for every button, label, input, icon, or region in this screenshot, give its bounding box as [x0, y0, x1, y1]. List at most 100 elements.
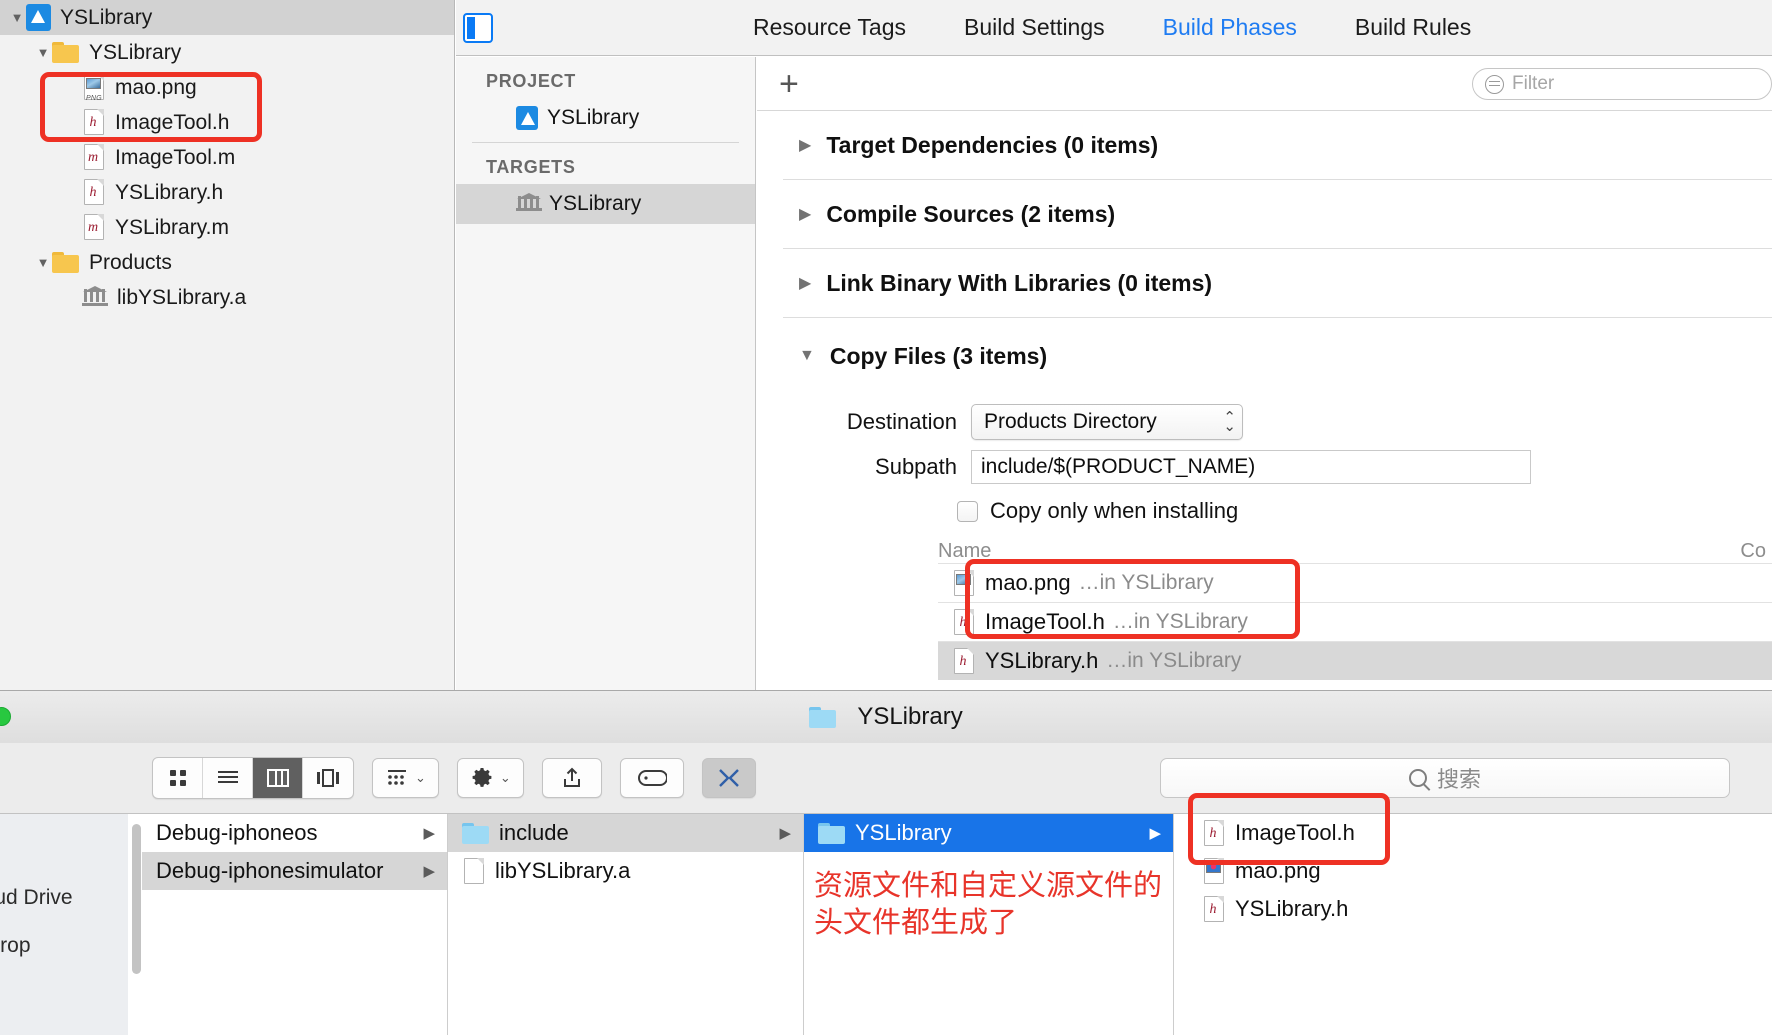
file-location: …in YSLibrary — [1112, 610, 1248, 633]
chevron-right-icon: ▶ — [423, 863, 435, 880]
list-item[interactable]: h ImageTool.h — [1174, 814, 1674, 852]
editor-tab-bar: Resource Tags Build Settings Build Phase… — [456, 0, 1772, 56]
finder-title: YSLibrary — [809, 703, 963, 731]
targets-sidebar: PROJECT YSLibrary TARGETS YSLibrary — [456, 57, 756, 690]
navigator-item-libyslibrary-a[interactable]: libYSLibrary.a — [0, 280, 454, 315]
navigator-toggle-icon[interactable] — [463, 12, 493, 43]
table-row[interactable]: h YSLibrary.h …in YSLibrary — [938, 641, 1772, 680]
finder-column-browser: loud Drive rDrop Debug-iphoneos ▶ Debug-… — [0, 813, 1772, 1035]
navigator-item-label: mao.png — [115, 75, 197, 99]
navigator-item-group-yslibrary[interactable]: YSLibrary — [0, 35, 454, 70]
finder-sidebar[interactable]: loud Drive rDrop — [0, 814, 128, 1035]
target-item-yslibrary[interactable]: YSLibrary — [456, 184, 755, 224]
navigator-item-yslibrary-m[interactable]: m YSLibrary.m — [0, 210, 454, 245]
finder-column-4[interactable]: h ImageTool.h mao.png h YSLibrary.h — [1174, 814, 1674, 1035]
finder-column-1[interactable]: Debug-iphoneos ▶ Debug-iphonesimulator ▶ — [128, 814, 448, 1035]
table-row[interactable]: h ImageTool.h …in YSLibrary — [938, 602, 1772, 641]
blue-folder-icon — [462, 822, 490, 844]
build-phases-pane: + Filter ▶ Target Dependencies (0 items)… — [757, 57, 1772, 690]
sidebar-item-icloud-drive[interactable]: loud Drive — [0, 874, 128, 922]
phase-compile-sources[interactable]: ▶ Compile Sources (2 items) — [757, 180, 1772, 248]
disclosure-triangle-icon[interactable] — [8, 9, 26, 27]
finder-column-3[interactable]: YSLibrary ▶ 资源文件和自定义源文件的 头文件都生成了 — [804, 814, 1174, 1035]
gear-icon — [472, 768, 492, 787]
annotation-line-2: 头文件都生成了 — [814, 907, 1018, 940]
copy-only-when-installing-row[interactable]: Copy only when installing — [757, 498, 1772, 524]
table-row[interactable]: mao.png …in YSLibrary — [938, 563, 1772, 602]
list-item[interactable]: h YSLibrary.h — [1174, 890, 1674, 928]
subpath-row: Subpath include/$(PRODUCT_NAME) — [757, 450, 1772, 484]
project-editor-tabs: Resource Tags Build Settings Build Phase… — [753, 14, 1471, 41]
phase-title: Compile Sources (2 items) — [826, 200, 1116, 227]
navigator-item-group-products[interactable]: Products — [0, 245, 454, 280]
header-file-icon: h — [82, 178, 106, 207]
project-navigator[interactable]: YSLibrary YSLibrary PNG mao.png h ImageT… — [0, 0, 455, 690]
objc-file-icon: m — [82, 213, 106, 242]
phase-link-binary-with-libraries[interactable]: ▶ Link Binary With Libraries (0 items) — [757, 249, 1772, 317]
zoom-window-button[interactable] — [0, 707, 11, 726]
navigator-item-imagetool-h[interactable]: h ImageTool.h — [0, 105, 454, 140]
navigator-item-label: YSLibrary — [60, 5, 153, 29]
header-file-icon: h — [1202, 895, 1226, 924]
list-item[interactable]: include ▶ — [448, 814, 803, 852]
add-build-phase-button[interactable]: + — [779, 67, 799, 101]
view-mode-segmented-control[interactable] — [152, 757, 354, 799]
navigator-item-yslibrary-h[interactable]: h YSLibrary.h — [0, 175, 454, 210]
blue-folder-icon — [818, 822, 846, 844]
chevron-updown-icon[interactable]: ⌃ ⌄ — [1223, 409, 1236, 434]
file-name: YSLibrary.h — [985, 648, 1099, 673]
list-item[interactable]: libYSLibrary.a — [448, 852, 803, 890]
subpath-value: include/$(PRODUCT_NAME) — [981, 455, 1256, 478]
tab-build-settings[interactable]: Build Settings — [964, 14, 1105, 41]
icon-view-icon[interactable] — [153, 758, 203, 798]
chevron-right-icon[interactable]: ▶ — [799, 204, 811, 224]
list-item[interactable]: Debug-iphoneos ▶ — [142, 814, 447, 852]
copy-files-detail: Destination Products Directory ⌃ ⌄ Subpat… — [757, 404, 1772, 680]
search-input[interactable]: 搜索 — [1160, 758, 1730, 798]
list-view-icon[interactable] — [203, 758, 253, 798]
chevron-right-icon[interactable]: ▶ — [799, 135, 811, 155]
chevron-right-icon[interactable]: ▶ — [799, 273, 811, 293]
terminal-icon — [718, 769, 739, 787]
navigator-item-project[interactable]: YSLibrary — [0, 0, 454, 35]
tags-button[interactable] — [619, 758, 684, 798]
list-item[interactable]: Debug-iphonesimulator ▶ — [142, 852, 447, 890]
item-label: ImageTool.h — [1235, 820, 1355, 845]
copy-only-checkbox[interactable] — [957, 500, 978, 522]
sidebar-item-airdrop[interactable]: rDrop — [0, 922, 128, 970]
destination-label: Destination — [846, 409, 957, 434]
navigator-item-imagetool-m[interactable]: m ImageTool.m — [0, 140, 454, 175]
group-by-button[interactable]: ⌄ — [372, 758, 439, 798]
phase-copy-files[interactable]: ▼ Copy Files (3 items) — [757, 318, 1772, 394]
action-button[interactable]: ⌄ — [456, 758, 524, 798]
phase-title: Link Binary With Libraries (0 items) — [826, 269, 1213, 296]
finder-column-2[interactable]: include ▶ libYSLibrary.a — [448, 814, 804, 1035]
project-item-yslibrary[interactable]: YSLibrary — [456, 98, 755, 138]
disclosure-triangle-icon[interactable] — [34, 44, 52, 62]
search-icon — [1408, 769, 1427, 787]
navigator-item-mao-png[interactable]: PNG mao.png — [0, 70, 454, 105]
list-item[interactable]: YSLibrary ▶ — [804, 814, 1173, 852]
tab-build-rules[interactable]: Build Rules — [1355, 14, 1471, 41]
tab-resource-tags[interactable]: Resource Tags — [753, 14, 906, 41]
subpath-input[interactable]: include/$(PRODUCT_NAME) — [971, 450, 1531, 484]
chevron-right-icon: ▶ — [1149, 825, 1161, 842]
copy-files-table: mao.png …in YSLibrary h ImageTool.h …in … — [757, 563, 1772, 680]
disclosure-triangle-icon[interactable] — [34, 254, 52, 272]
folder-icon — [52, 252, 80, 273]
gallery-view-icon[interactable] — [303, 758, 353, 798]
share-button[interactable] — [541, 758, 602, 798]
chevron-down-icon[interactable]: ▼ — [799, 347, 815, 365]
destination-select[interactable]: Products Directory ⌃ ⌄ — [971, 404, 1243, 440]
scrollbar[interactable] — [132, 824, 141, 974]
phase-target-dependencies[interactable]: ▶ Target Dependencies (0 items) — [757, 111, 1772, 179]
project-section-header: PROJECT — [486, 71, 576, 91]
list-item[interactable]: mao.png — [1174, 852, 1674, 890]
filter-field[interactable]: Filter — [1472, 68, 1772, 100]
column-view-icon[interactable] — [253, 758, 303, 798]
targets-section-header: TARGETS — [486, 157, 576, 177]
phase-title: Target Dependencies (0 items) — [826, 131, 1159, 158]
item-label: YSLibrary — [855, 820, 952, 845]
tab-build-phases[interactable]: Build Phases — [1163, 14, 1297, 41]
terminal-button[interactable] — [701, 758, 756, 798]
